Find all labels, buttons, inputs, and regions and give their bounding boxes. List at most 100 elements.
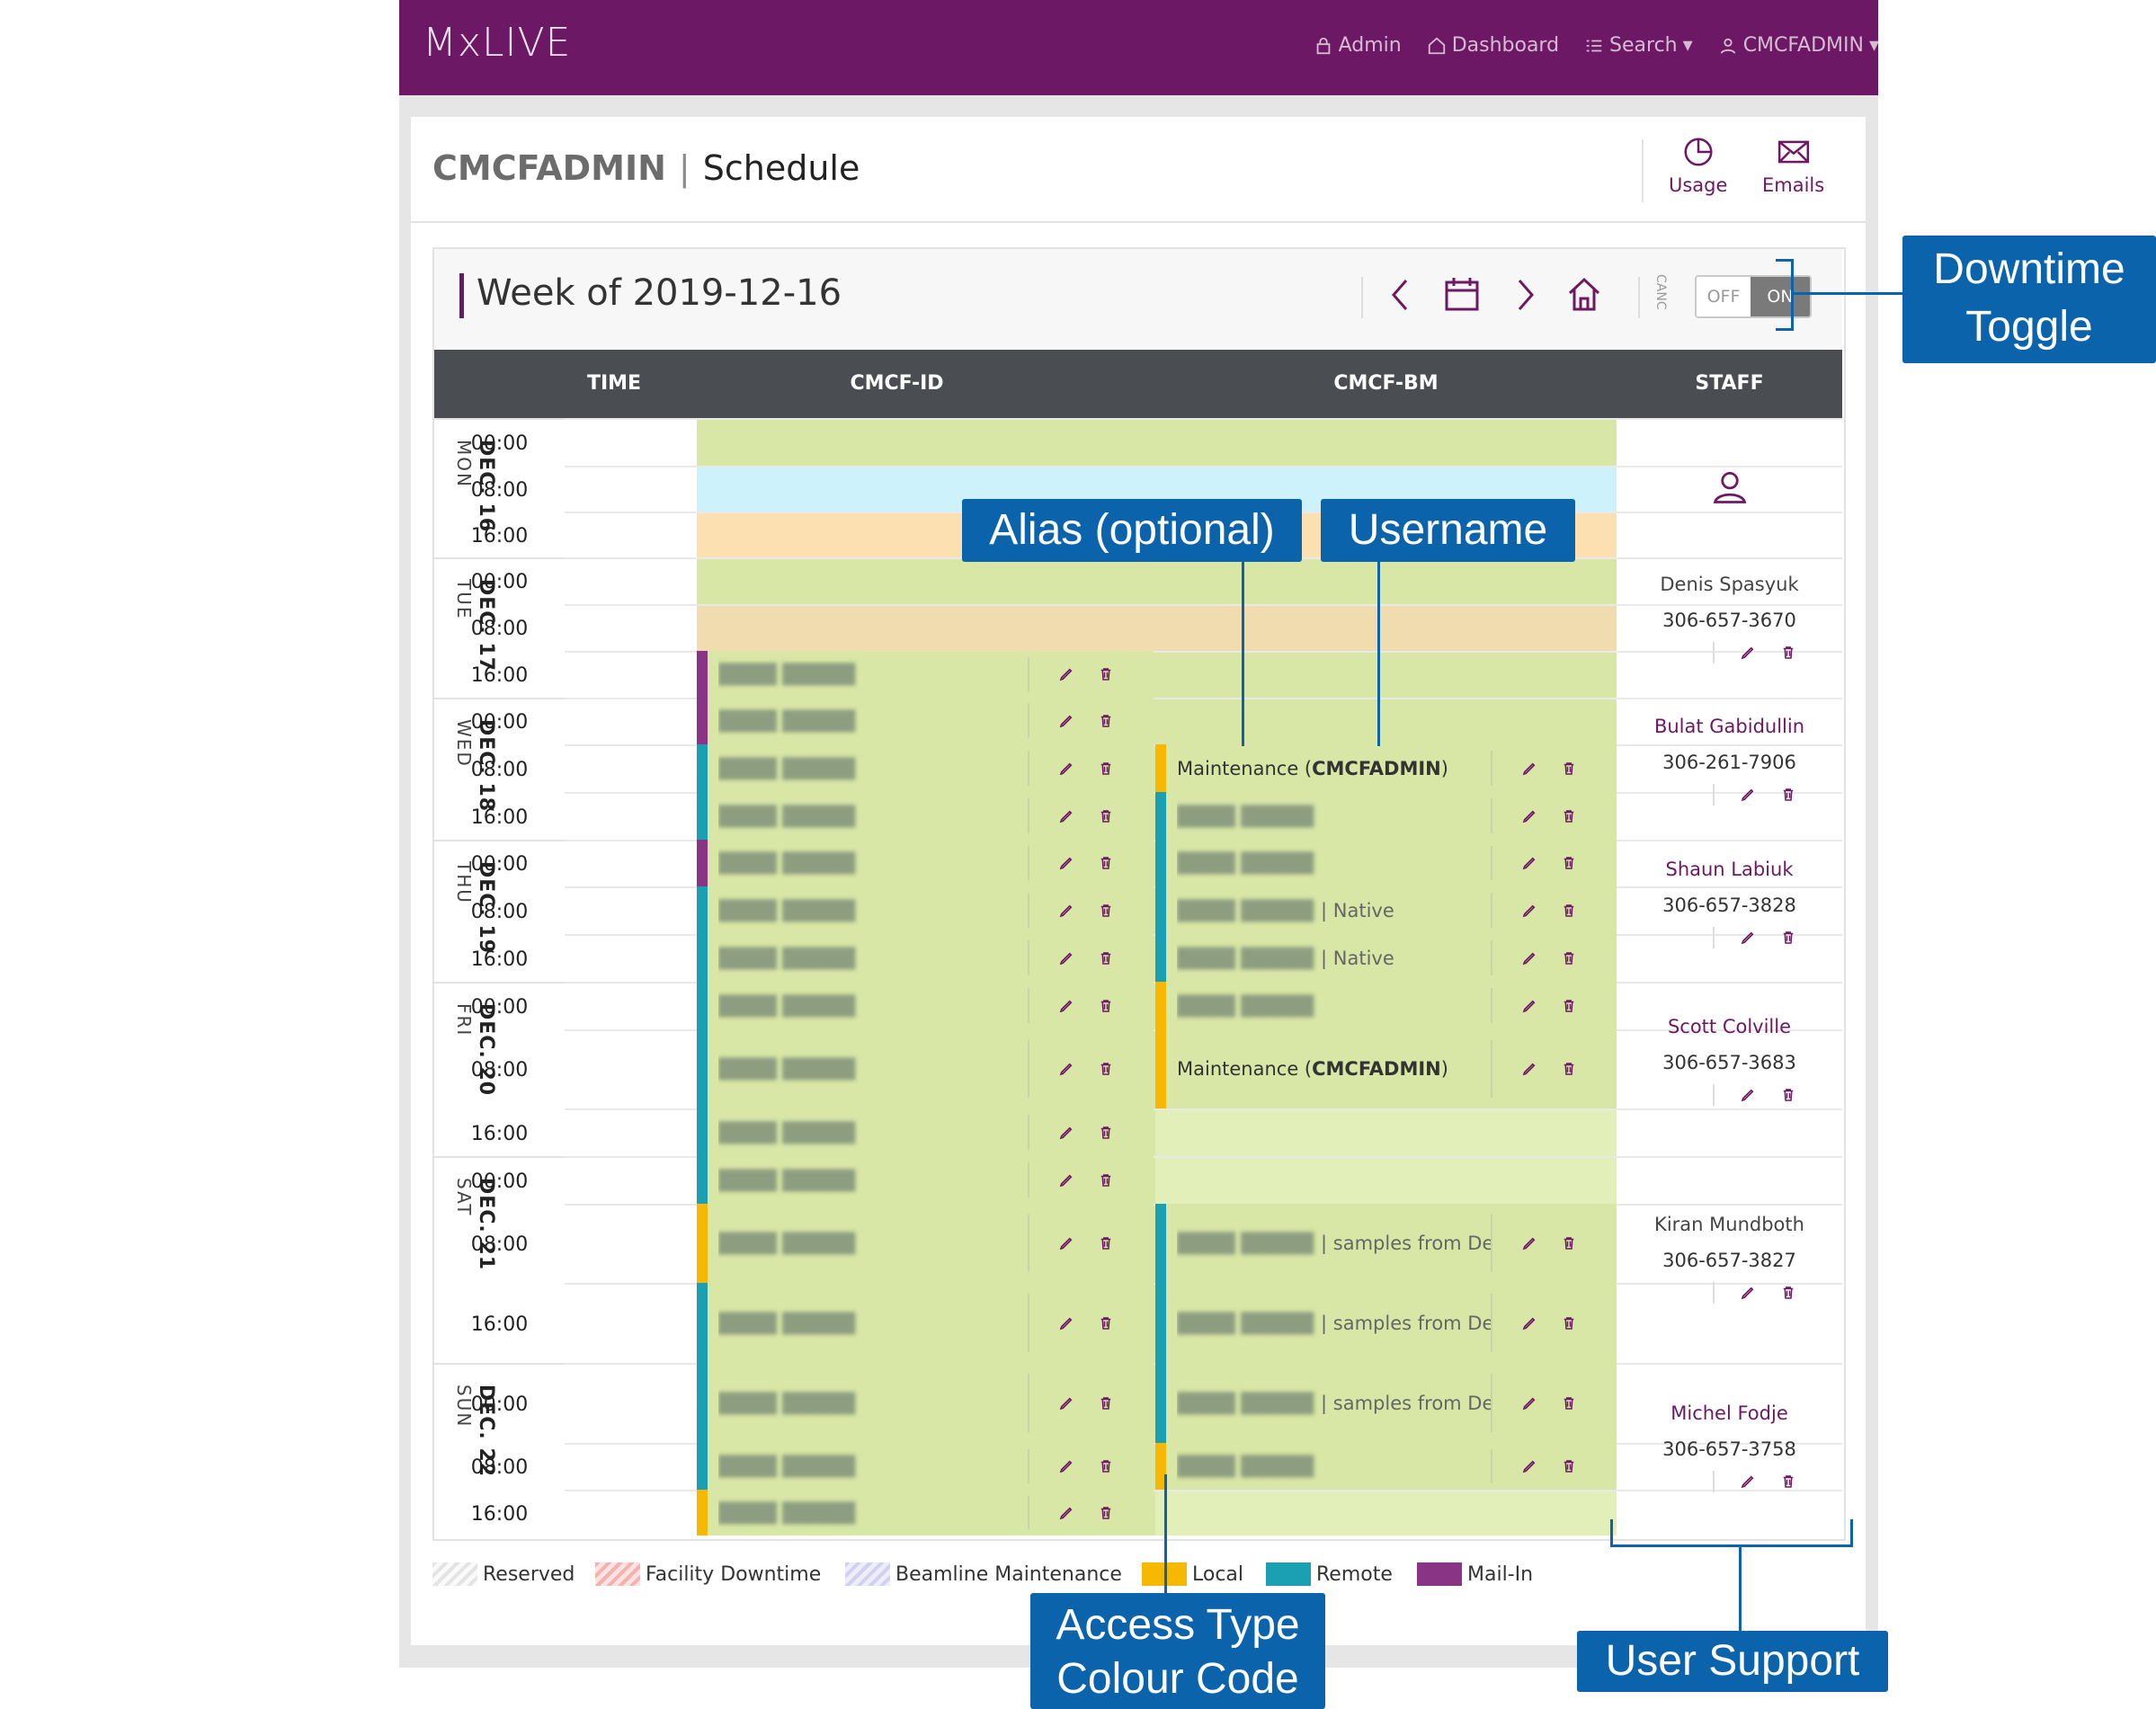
delete-trash-icon[interactable] [1561, 855, 1577, 871]
delete-trash-icon[interactable] [1561, 998, 1577, 1014]
delete-trash-icon[interactable] [1780, 787, 1796, 803]
edit-pencil-icon[interactable] [1521, 1315, 1537, 1331]
booking-cell[interactable]: ████ █████ [697, 1204, 1154, 1283]
next-week-icon[interactable] [1512, 275, 1539, 315]
delete-trash-icon[interactable] [1561, 761, 1577, 777]
booking-cell[interactable]: ████ █████ | Native [1155, 934, 1617, 982]
downtime-toggle[interactable]: OFF ON [1695, 275, 1812, 318]
delete-trash-icon[interactable] [1098, 1125, 1114, 1141]
booking-cell[interactable]: ████ █████ [1155, 982, 1617, 1029]
emails-button[interactable]: Emails [1762, 135, 1824, 196]
booking-cell[interactable]: ████ █████ [697, 1029, 1154, 1108]
booking-cell[interactable]: ████ █████ [697, 840, 1154, 886]
delete-trash-icon[interactable] [1098, 1061, 1114, 1077]
booking-cell[interactable]: ████ █████ [697, 934, 1154, 982]
edit-pencil-icon[interactable] [1058, 713, 1074, 729]
booking-cell[interactable]: ████ █████ [697, 1443, 1154, 1490]
edit-pencil-icon[interactable] [1058, 950, 1074, 966]
staff-name[interactable]: Bulat Gabidullin [1617, 716, 1842, 737]
edit-pencil-icon[interactable] [1058, 1125, 1074, 1141]
booking-cell[interactable]: ████ █████ | samples from Dec 5, [1155, 1204, 1617, 1283]
edit-pencil-icon[interactable] [1740, 1087, 1756, 1103]
booking-cell[interactable]: ████ █████ [697, 1108, 1154, 1156]
delete-trash-icon[interactable] [1780, 1087, 1796, 1103]
edit-pencil-icon[interactable] [1521, 903, 1537, 919]
edit-pencil-icon[interactable] [1521, 808, 1537, 824]
booking-cell[interactable]: ████ █████ [697, 886, 1154, 934]
edit-pencil-icon[interactable] [1521, 1458, 1537, 1474]
edit-pencil-icon[interactable] [1521, 1395, 1537, 1411]
delete-trash-icon[interactable] [1098, 950, 1114, 966]
booking-cell[interactable]: Maintenance (CMCFADMIN) [1155, 744, 1617, 792]
booking-cell[interactable]: ████ █████ | samples from Dec 5, [1155, 1363, 1617, 1443]
edit-pencil-icon[interactable] [1058, 998, 1074, 1014]
delete-trash-icon[interactable] [1098, 1315, 1114, 1331]
delete-trash-icon[interactable] [1098, 1172, 1114, 1188]
booking-cell[interactable]: ████ █████ [697, 1283, 1154, 1363]
booking-cell[interactable]: Maintenance (CMCFADMIN) [1155, 1029, 1617, 1108]
usage-button[interactable]: Usage [1669, 135, 1727, 196]
delete-trash-icon[interactable] [1561, 1395, 1577, 1411]
delete-trash-icon[interactable] [1561, 1061, 1577, 1077]
edit-pencil-icon[interactable] [1521, 1061, 1537, 1077]
booking-cell[interactable]: ████ █████ [1155, 1443, 1617, 1490]
delete-trash-icon[interactable] [1098, 855, 1114, 871]
delete-trash-icon[interactable] [1780, 930, 1796, 946]
edit-pencil-icon[interactable] [1058, 1061, 1074, 1077]
edit-pencil-icon[interactable] [1058, 808, 1074, 824]
edit-pencil-icon[interactable] [1740, 1285, 1756, 1301]
edit-pencil-icon[interactable] [1521, 855, 1537, 871]
delete-trash-icon[interactable] [1780, 1285, 1796, 1301]
staff-name[interactable]: Scott Colville [1617, 1016, 1842, 1037]
edit-pencil-icon[interactable] [1740, 645, 1756, 661]
delete-trash-icon[interactable] [1780, 1473, 1796, 1490]
edit-pencil-icon[interactable] [1058, 1315, 1074, 1331]
delete-trash-icon[interactable] [1561, 1458, 1577, 1474]
delete-trash-icon[interactable] [1098, 1458, 1114, 1474]
nav-search[interactable]: Search ▾ [1584, 34, 1693, 57]
booking-cell[interactable]: ████ █████ | Native [1155, 886, 1617, 934]
delete-trash-icon[interactable] [1561, 808, 1577, 824]
staff-name[interactable]: Michel Fodje [1617, 1402, 1842, 1424]
edit-pencil-icon[interactable] [1521, 950, 1537, 966]
edit-pencil-icon[interactable] [1740, 787, 1756, 803]
booking-cell[interactable]: ████ █████ [697, 744, 1154, 792]
toggle-off[interactable]: OFF [1697, 277, 1751, 316]
delete-trash-icon[interactable] [1561, 1315, 1577, 1331]
delete-trash-icon[interactable] [1098, 713, 1114, 729]
booking-cell[interactable]: ████ █████ [697, 1490, 1154, 1535]
nav-admin[interactable]: Admin [1314, 34, 1402, 57]
booking-cell[interactable]: ████ █████ [697, 1363, 1154, 1443]
nav-user-menu[interactable]: CMCFADMIN ▾ [1718, 34, 1879, 57]
edit-pencil-icon[interactable] [1740, 930, 1756, 946]
add-staff-button[interactable] [1617, 467, 1842, 511]
delete-trash-icon[interactable] [1561, 950, 1577, 966]
current-week-home-icon[interactable] [1566, 275, 1602, 315]
edit-pencil-icon[interactable] [1740, 1473, 1756, 1490]
delete-trash-icon[interactable] [1561, 903, 1577, 919]
edit-pencil-icon[interactable] [1521, 998, 1537, 1014]
delete-trash-icon[interactable] [1098, 903, 1114, 919]
prev-week-icon[interactable] [1386, 275, 1413, 315]
staff-name[interactable]: Shaun Labiuk [1617, 859, 1842, 880]
edit-pencil-icon[interactable] [1521, 1235, 1537, 1251]
edit-pencil-icon[interactable] [1058, 855, 1074, 871]
edit-pencil-icon[interactable] [1521, 761, 1537, 777]
nav-dashboard[interactable]: Dashboard [1427, 34, 1559, 57]
brand-logo[interactable]: MxLIVE [423, 20, 571, 66]
booking-cell[interactable]: ████ █████ [697, 651, 1154, 698]
edit-pencil-icon[interactable] [1058, 1172, 1074, 1188]
edit-pencil-icon[interactable] [1058, 761, 1074, 777]
toggle-on[interactable]: ON [1751, 277, 1810, 316]
delete-trash-icon[interactable] [1098, 1505, 1114, 1521]
edit-pencil-icon[interactable] [1058, 1395, 1074, 1411]
booking-cell[interactable]: ████ █████ | samples from Dec 5, [1155, 1283, 1617, 1363]
edit-pencil-icon[interactable] [1058, 903, 1074, 919]
delete-trash-icon[interactable] [1098, 808, 1114, 824]
delete-trash-icon[interactable] [1098, 1395, 1114, 1411]
edit-pencil-icon[interactable] [1058, 1458, 1074, 1474]
delete-trash-icon[interactable] [1098, 1235, 1114, 1251]
breadcrumb-user[interactable]: CMCFADMIN [432, 148, 666, 188]
delete-trash-icon[interactable] [1098, 998, 1114, 1014]
booking-cell[interactable]: ████ █████ [1155, 840, 1617, 886]
